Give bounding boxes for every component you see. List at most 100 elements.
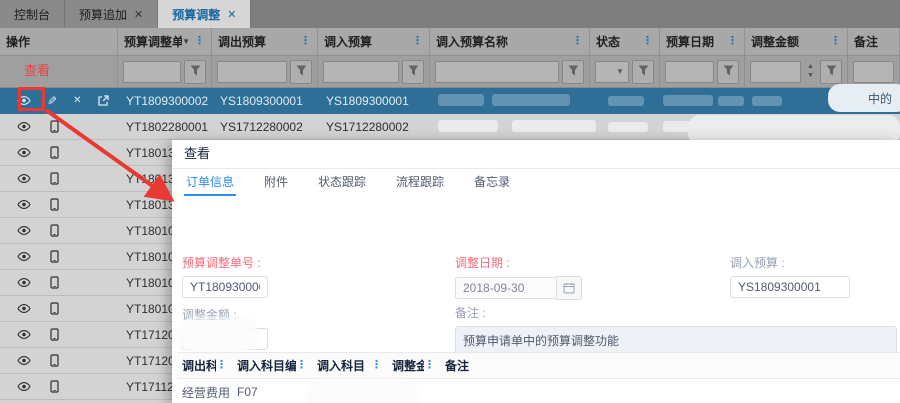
tabbar-tab-2[interactable]: 预算追加 ✕ (65, 0, 158, 28)
eye-icon[interactable] (17, 328, 31, 342)
filter-input[interactable] (217, 61, 287, 83)
row-cell: YS1809300001 (318, 88, 430, 113)
close-icon[interactable]: ✕ (73, 94, 81, 108)
mobile-icon[interactable] (47, 146, 61, 160)
dialog-tab-5[interactable]: 备忘录 (472, 169, 512, 196)
dialog-tab-3[interactable]: 状态跟踪 (316, 169, 368, 196)
number-stepper[interactable]: ▲▼ (804, 61, 817, 83)
adjust-date-input[interactable] (455, 277, 556, 299)
column-menu-icon[interactable]: ⋮ (194, 36, 205, 47)
column-menu-icon[interactable]: ⋮ (216, 360, 227, 371)
column-menu-icon[interactable]: ⋮ (642, 36, 653, 47)
adjust-amount-input[interactable] (182, 328, 268, 350)
mobile-icon[interactable] (47, 250, 61, 264)
subtable-header-cell-4[interactable]: 调整金额⋮ (387, 353, 440, 378)
tab-label: 控制台 (14, 6, 50, 23)
column-menu-icon[interactable]: ⋮ (727, 36, 738, 47)
filter-input[interactable] (123, 61, 181, 83)
field-order-no: 预算调整单号 : (182, 254, 268, 298)
mobile-icon[interactable] (47, 276, 61, 290)
grid-header-cell-6[interactable]: 状态⋮ (590, 28, 660, 55)
eye-icon[interactable] (17, 250, 31, 264)
subtable-cell: 50 (387, 379, 440, 403)
subtable-header-cell-3[interactable]: 调入科目⋮ (312, 353, 387, 378)
column-menu-icon[interactable]: ⋮ (830, 36, 841, 47)
redaction-blur (663, 121, 719, 132)
filter-input[interactable] (853, 61, 894, 83)
filter-input[interactable] (323, 61, 399, 83)
eye-icon[interactable] (17, 146, 31, 160)
eye-icon[interactable] (17, 198, 31, 212)
eye-icon[interactable] (17, 354, 31, 368)
column-menu-icon[interactable]: ⋮ (371, 360, 382, 371)
tab-close-icon[interactable]: ✕ (134, 8, 143, 21)
subtable-header-cell-5[interactable]: 备注 (440, 353, 900, 378)
grid-filter-cell-3 (212, 56, 318, 87)
eye-icon[interactable] (17, 276, 31, 290)
eye-icon[interactable] (17, 224, 31, 238)
funnel-filter-button[interactable] (632, 60, 654, 84)
funnel-filter-button[interactable] (184, 60, 206, 84)
filter-input[interactable] (750, 61, 801, 83)
tabbar-tab-3[interactable]: 预算调整✕ (158, 0, 251, 28)
funnel-icon (723, 63, 734, 81)
mobile-icon[interactable] (47, 380, 61, 394)
adjust-amount-label: 调整金额 : (182, 306, 268, 323)
column-menu-icon[interactable]: ⋮ (424, 360, 435, 371)
mobile-icon[interactable] (47, 172, 61, 186)
redaction-blur: 中的 (828, 84, 900, 112)
subtable-header-cell-2[interactable]: 调入科目编号⋮ (232, 353, 312, 378)
tab-close-icon[interactable]: ✕ (227, 8, 236, 21)
external-link-icon[interactable] (97, 94, 110, 108)
table-row-1[interactable]: ✎✕YT1809300002YS1809300001YS1809300001中的 (0, 88, 900, 114)
filter-input[interactable] (665, 61, 714, 83)
grid-header-cell-7[interactable]: 预算日期⋮ (660, 28, 745, 55)
grid-header-cell-2[interactable]: 预算调整单号▼⋮ (118, 28, 212, 55)
eye-icon[interactable] (17, 302, 31, 316)
funnel-filter-button[interactable] (820, 60, 842, 84)
funnel-icon (296, 63, 307, 81)
funnel-filter-button[interactable] (562, 60, 584, 84)
column-menu-icon[interactable]: ⋮ (296, 360, 307, 371)
column-menu-icon[interactable]: ⋮ (412, 36, 423, 47)
mobile-icon[interactable] (47, 198, 61, 212)
grid-header-cell-8[interactable]: 调整金额⋮ (745, 28, 848, 55)
row-actions-cell (0, 140, 118, 165)
redaction-blur (608, 122, 648, 132)
eye-icon[interactable] (17, 120, 31, 134)
column-label: 操作 (6, 33, 111, 50)
mobile-icon[interactable] (47, 328, 61, 342)
funnel-filter-button[interactable] (717, 60, 739, 84)
grid-header-cell-5[interactable]: 调入预算名称⋮ (430, 28, 590, 55)
grid-header-cell-1[interactable]: 操作 (0, 28, 118, 55)
dialog-tab-2[interactable]: 附件 (262, 169, 290, 196)
funnel-filter-button[interactable] (402, 60, 424, 84)
calendar-icon[interactable] (556, 276, 582, 300)
mobile-icon[interactable] (47, 302, 61, 316)
eye-icon[interactable] (17, 380, 31, 394)
column-menu-icon[interactable]: ⋮ (572, 36, 583, 47)
pencil-icon[interactable]: ✎ (47, 94, 57, 108)
subtable-header-cell-1[interactable]: 调出科目⋮ (177, 353, 232, 378)
dialog-tab-1[interactable]: 订单信息 (184, 169, 236, 196)
mobile-icon[interactable] (47, 120, 61, 134)
in-budget-input[interactable] (730, 276, 850, 298)
column-menu-icon[interactable]: ⋮ (300, 36, 311, 47)
funnel-filter-button[interactable] (290, 60, 312, 84)
dialog-tab-4[interactable]: 流程跟踪 (394, 169, 446, 196)
order-no-input[interactable] (182, 276, 268, 298)
mobile-icon[interactable] (47, 354, 61, 368)
subtable-row-1[interactable]: 经营费用F0750 (177, 379, 900, 403)
status-filter-select[interactable]: ▼ (595, 61, 629, 83)
table-row-2[interactable]: YT1802280001YS1712280002YS1712280002 (0, 114, 900, 140)
eye-icon[interactable] (17, 94, 31, 108)
grid-header-cell-3[interactable]: 调出预算⋮ (212, 28, 318, 55)
tab-label: 预算追加 (79, 6, 127, 23)
eye-icon[interactable] (17, 172, 31, 186)
grid-header-cell-4[interactable]: 调入预算⋮ (318, 28, 430, 55)
filter-input[interactable] (435, 61, 559, 83)
tabbar-tab-1[interactable]: 控制台 (0, 0, 65, 28)
grid-header-cell-9[interactable]: 备注 (848, 28, 900, 55)
field-in-budget: 调入预算 : (730, 254, 850, 298)
mobile-icon[interactable] (47, 224, 61, 238)
